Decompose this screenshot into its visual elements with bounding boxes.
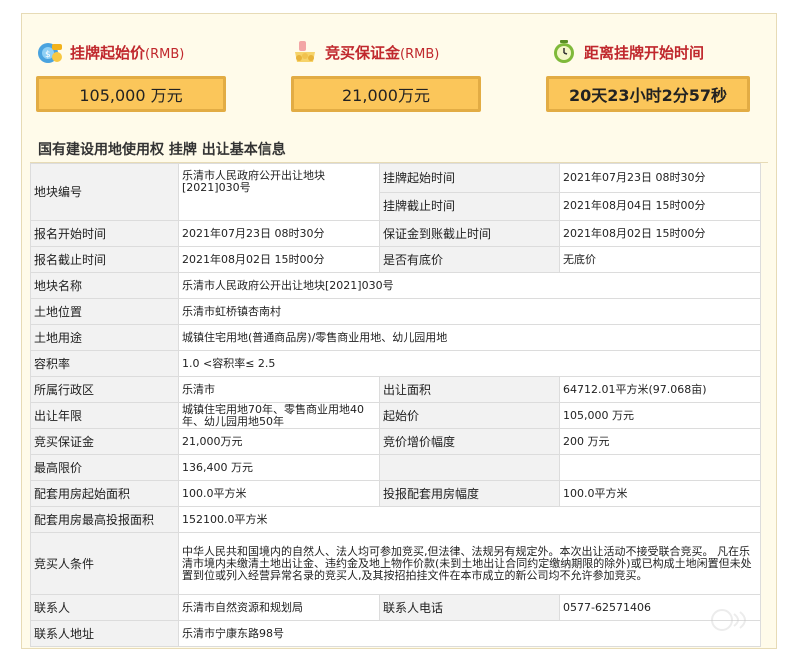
- table-row: 联系人 乐清市自然资源和规划局 联系人电话 0577-62571406: [30, 594, 761, 621]
- table-row: 配套用房起始面积 100.0平方米 投报配套用房幅度 100.0平方米: [30, 480, 761, 507]
- table-row: 报名截止时间 2021年08月02日 15时00分 是否有底价 无底价: [30, 246, 761, 273]
- reg-end-value: 2021年08月02日 15时00分: [178, 246, 380, 273]
- reg-start-label: 报名开始时间: [30, 220, 179, 247]
- table-row: 所属行政区 乐清市 出让面积 64712.01平方米(97.068亩): [30, 376, 761, 403]
- max-price-label: 最高限价: [30, 454, 179, 481]
- reserve-label: 是否有底价: [379, 246, 560, 273]
- money-bag-icon: $: [36, 38, 64, 66]
- listing-start-label: 挂牌起始时间: [379, 163, 560, 193]
- svg-text:$: $: [45, 50, 51, 60]
- land-id-value: 乐清市人民政府公开出让地块[2021]030号: [178, 163, 380, 221]
- usage-value: 城镇住宅用地(普通商品房)/零售商业用地、幼儿园用地: [178, 324, 761, 351]
- bidder-label: 竞买人条件: [30, 532, 179, 595]
- location-label: 土地位置: [30, 298, 179, 325]
- deposit-cell: 21,000万元: [178, 428, 380, 455]
- alarm-clock-icon: [550, 38, 578, 66]
- table-row: 土地用途 城镇住宅用地(普通商品房)/零售商业用地、幼儿园用地: [30, 324, 761, 351]
- table-row: 最高限价 136,400 万元: [30, 454, 761, 481]
- countdown-card: 距离挂牌开始时间 20天23小时2分57秒: [546, 38, 756, 112]
- reserve-value: 无底价: [559, 246, 761, 273]
- address-value: 乐清市宁康东路98号: [178, 620, 761, 647]
- deposit-card: 竞买保证金(RMB) 21,000万元: [291, 38, 481, 112]
- deposit-title: 竞买保证金(RMB): [325, 43, 440, 62]
- housing-max-label: 配套用房最高投报面积: [30, 506, 179, 533]
- bidder-value: 中华人民共和国境内的自然人、法人均可参加竞买,但法律、法规另有规定外。本次出让活…: [178, 532, 761, 595]
- start-price-card: $ 挂牌起始价(RMB) 105,000 万元: [36, 38, 226, 112]
- housing-increment-value: 100.0平方米: [559, 480, 761, 507]
- table-row: 配套用房最高投报面积 152100.0平方米: [30, 506, 761, 533]
- land-id-label: 地块编号: [30, 163, 179, 221]
- contact-label: 联系人: [30, 594, 179, 621]
- location-value: 乐清市虹桥镇杏南村: [178, 298, 761, 325]
- usage-label: 土地用途: [30, 324, 179, 351]
- housing-increment-label: 投报配套用房幅度: [379, 480, 560, 507]
- table-row: 联系人地址 乐清市宁康东路98号: [30, 620, 761, 647]
- land-name-value: 乐清市人民政府公开出让地块[2021]030号: [178, 272, 761, 299]
- far-label: 容积率: [30, 350, 179, 377]
- listing-end-value: 2021年08月04日 15时00分: [559, 191, 761, 221]
- start-price-cell: 105,000 万元: [559, 402, 761, 429]
- district-value: 乐清市: [178, 376, 380, 403]
- max-price-value: 136,400 万元: [178, 454, 380, 481]
- phone-label: 联系人电话: [379, 594, 560, 621]
- address-label: 联系人地址: [30, 620, 179, 647]
- table-row: 报名开始时间 2021年07月23日 08时30分 保证金到账截止时间 2021…: [30, 220, 761, 247]
- start-price-label: 起始价: [379, 402, 560, 429]
- empty-cell: [559, 454, 761, 481]
- table-row: 地块名称 乐清市人民政府公开出让地块[2021]030号: [30, 272, 761, 299]
- term-value: 城镇住宅用地70年、零售商业用地40年、幼儿园用地50年: [178, 402, 380, 429]
- increment-label: 竞价增价幅度: [379, 428, 560, 455]
- term-label: 出让年限: [30, 402, 179, 429]
- table-row: 容积率 1.0 <容积率≤ 2.5: [30, 350, 761, 377]
- housing-start-value: 100.0平方米: [178, 480, 380, 507]
- reg-end-label: 报名截止时间: [30, 246, 179, 273]
- table-row: 竞买人条件 中华人民共和国境内的自然人、法人均可参加竞买,但法律、法规另有规定外…: [30, 532, 761, 595]
- listing-panel: $ 挂牌起始价(RMB) 105,000 万元 竞买保证金(RMB) 21,00…: [21, 13, 777, 649]
- empty-cell: [379, 454, 560, 481]
- area-label: 出让面积: [379, 376, 560, 403]
- deposit-deadline-label: 保证金到账截止时间: [379, 220, 560, 247]
- table-row: 土地位置 乐清市虹桥镇杏南村: [30, 298, 761, 325]
- table-row: 出让年限 城镇住宅用地70年、零售商业用地40年、幼儿园用地50年 起始价 10…: [30, 402, 761, 429]
- land-name-label: 地块名称: [30, 272, 179, 299]
- start-price-title: 挂牌起始价(RMB): [70, 43, 185, 62]
- table-row: 地块编号 乐清市人民政府公开出让地块[2021]030号 挂牌起始时间 2021…: [30, 163, 761, 221]
- listing-start-value: 2021年07月23日 08时30分: [559, 163, 761, 193]
- reg-start-value: 2021年07月23日 08时30分: [178, 220, 380, 247]
- deposit-deadline-value: 2021年08月02日 15时00分: [559, 220, 761, 247]
- land-info-table: 地块编号 乐清市人民政府公开出让地块[2021]030号 挂牌起始时间 2021…: [30, 163, 761, 647]
- countdown-title: 距离挂牌开始时间: [584, 43, 705, 62]
- countdown-value: 20天23小时2分57秒: [546, 76, 750, 112]
- watermark-logo-icon: [711, 609, 746, 631]
- housing-max-value: 152100.0平方米: [178, 506, 761, 533]
- section-title: 国有建设用地使用权 挂牌 出让基本信息: [38, 142, 286, 158]
- area-value: 64712.01平方米(97.068亩): [559, 376, 761, 403]
- contact-value: 乐清市自然资源和规划局: [178, 594, 380, 621]
- housing-start-label: 配套用房起始面积: [30, 480, 179, 507]
- start-price-value: 105,000 万元: [36, 76, 226, 112]
- listing-end-label: 挂牌截止时间: [379, 191, 560, 221]
- deposit-value: 21,000万元: [291, 76, 481, 112]
- deposit-label: 竞买保证金: [30, 428, 179, 455]
- gift-coins-icon: [291, 38, 319, 66]
- increment-value: 200 万元: [559, 428, 761, 455]
- district-label: 所属行政区: [30, 376, 179, 403]
- table-row: 竞买保证金 21,000万元 竞价增价幅度 200 万元: [30, 428, 761, 455]
- far-value: 1.0 <容积率≤ 2.5: [178, 350, 761, 377]
